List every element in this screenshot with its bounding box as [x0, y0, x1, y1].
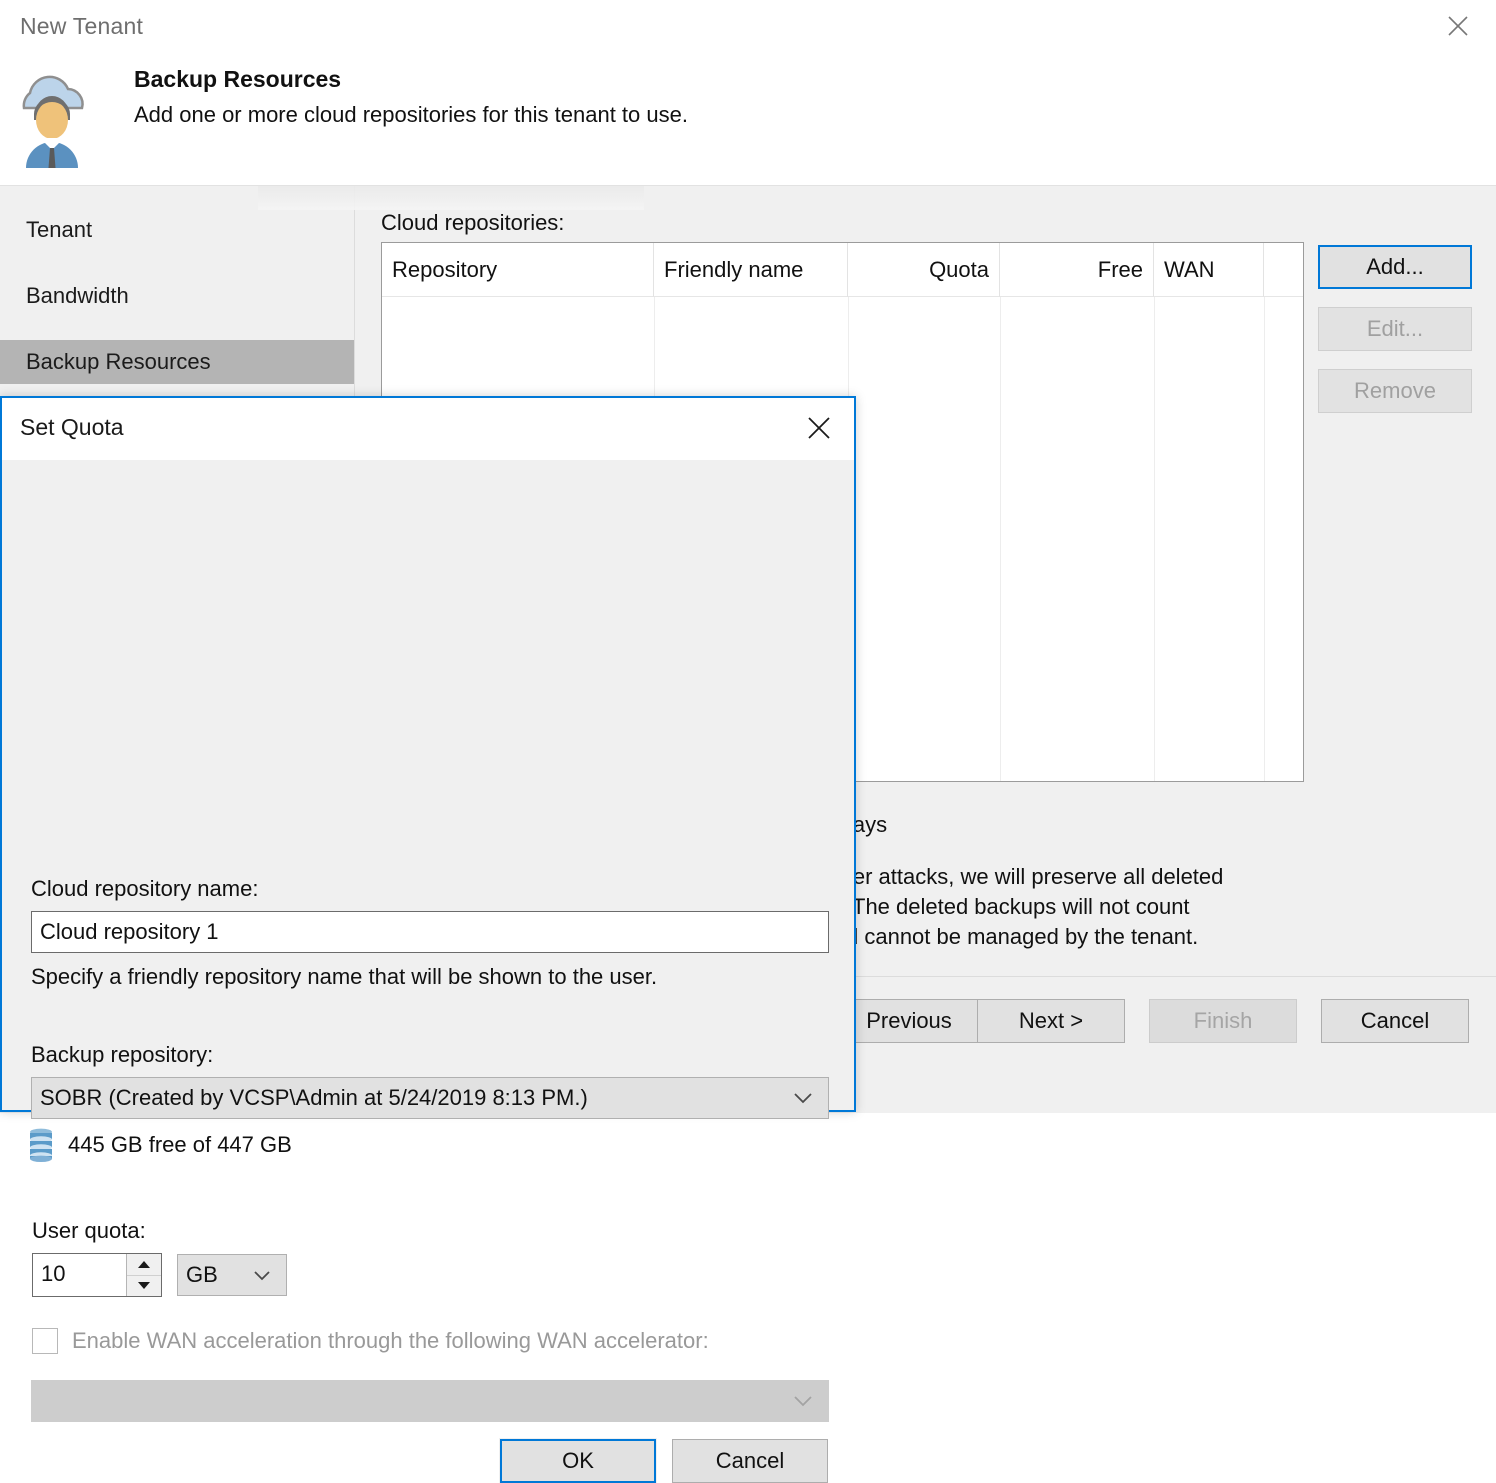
column-header-wan[interactable]: WAN [1154, 243, 1264, 297]
column-label: Quota [929, 257, 989, 282]
chevron-down-icon [792, 1388, 814, 1414]
column-header-repository[interactable]: Repository [382, 243, 654, 297]
user-quota-unit-select[interactable]: GB [177, 1254, 287, 1296]
table-gridline [1154, 297, 1155, 781]
sidebar-item-label: Backup Resources [26, 349, 211, 374]
sidebar-item-bandwidth[interactable]: Bandwidth [0, 274, 354, 318]
cancel-button-label: Cancel [1360, 1008, 1430, 1033]
previous-button[interactable]: Previous [835, 999, 983, 1043]
ok-button-label: OK [562, 1448, 594, 1473]
database-icon [28, 1128, 54, 1162]
ok-button[interactable]: OK [499, 1438, 657, 1483]
table-gridline [1264, 297, 1265, 781]
finish-button[interactable]: Finish [1149, 999, 1297, 1043]
set-quota-dialog: Set Quota Cloud repository name: Cloud r… [0, 396, 856, 1483]
sidebar-item-backup-resources[interactable]: Backup Resources [0, 340, 354, 384]
occluded-text-line-4: d cannot be managed by the tenant. [846, 924, 1199, 949]
cloud-repositories-label: Cloud repositories: [381, 210, 565, 235]
edit-button[interactable]: Edit... [1318, 307, 1472, 351]
add-button[interactable]: Add... [1317, 244, 1473, 290]
wan-accelerator-select[interactable] [31, 1380, 829, 1422]
dialog-cancel-button[interactable]: Cancel [672, 1439, 828, 1483]
chevron-down-icon [792, 1085, 814, 1111]
add-button-label: Add... [1366, 254, 1424, 279]
next-button-label: Next > [1018, 1008, 1084, 1033]
close-icon[interactable] [1430, 2, 1486, 50]
user-quota-stepper[interactable]: 10 [32, 1253, 162, 1297]
backup-repository-label: Backup repository: [31, 1042, 214, 1067]
user-quota-label: User quota: [32, 1218, 146, 1243]
wan-acceleration-label: Enable WAN acceleration through the foll… [72, 1328, 709, 1353]
window-title-bar: New Tenant [0, 0, 1496, 56]
sidebar-item-label: Tenant [26, 217, 93, 242]
close-icon[interactable] [790, 402, 848, 454]
table-header-row: Repository Friendly name Quota Free WAN [382, 243, 1303, 297]
wan-acceleration-row[interactable]: Enable WAN acceleration through the foll… [32, 1328, 709, 1354]
free-space-row: 445 GB free of 447 GB [28, 1128, 292, 1162]
occluded-text-line-3: The deleted backups will not count [852, 894, 1190, 919]
dialog-body [2, 460, 854, 1110]
repo-name-hint: Specify a friendly repository name that … [31, 964, 658, 989]
remove-button[interactable]: Remove [1318, 369, 1472, 413]
column-header-friendly-name[interactable]: Friendly name [654, 243, 848, 297]
backup-repository-value: SOBR (Created by VCSP\Admin at 5/24/2019… [40, 1085, 588, 1110]
repo-name-label: Cloud repository name: [31, 876, 259, 901]
column-label: Free [1097, 257, 1143, 282]
column-label: WAN [1164, 257, 1215, 282]
dialog-cancel-button-label: Cancel [715, 1448, 785, 1473]
chevron-up-icon[interactable] [127, 1254, 161, 1276]
wizard-header: Backup Resources Add one or more cloud r… [0, 56, 1496, 186]
sidebar-item-tenant[interactable]: Tenant [0, 208, 354, 252]
cloud-user-icon [6, 64, 98, 172]
dialog-title-bar: Set Quota [2, 398, 854, 460]
window-title: New Tenant [20, 13, 144, 39]
free-space-text: 445 GB free of 447 GB [68, 1132, 292, 1157]
column-header-free[interactable]: Free [1000, 243, 1154, 297]
page-subtitle: Add one or more cloud repositories for t… [134, 102, 688, 127]
column-header-quota[interactable]: Quota [848, 243, 1000, 297]
occluded-text-line-2: ler attacks, we will preserve all delete… [848, 864, 1224, 889]
column-label: Friendly name [664, 257, 804, 282]
finish-button-label: Finish [1193, 1008, 1253, 1033]
user-quota-unit-value: GB [186, 1262, 218, 1287]
stepper-buttons [126, 1254, 161, 1296]
cancel-button[interactable]: Cancel [1321, 999, 1469, 1043]
edit-button-label: Edit... [1366, 316, 1424, 341]
chevron-down-icon[interactable] [127, 1276, 161, 1297]
column-header-spacer [1264, 243, 1303, 297]
remove-button-label: Remove [1354, 378, 1436, 403]
chevron-down-icon [252, 1262, 272, 1288]
sidebar-item-label: Bandwidth [26, 283, 129, 308]
backup-repository-select[interactable]: SOBR (Created by VCSP\Admin at 5/24/2019… [31, 1077, 829, 1119]
dialog-title: Set Quota [20, 414, 124, 440]
column-label: Repository [392, 257, 498, 282]
sidebar-top-shadow [258, 186, 644, 210]
next-button[interactable]: Next > [977, 999, 1125, 1043]
table-gridline [1000, 297, 1001, 781]
page-title: Backup Resources [134, 66, 342, 92]
user-quota-value: 10 [41, 1261, 66, 1286]
wan-acceleration-checkbox[interactable] [32, 1328, 58, 1354]
repo-name-input[interactable]: Cloud repository 1 [31, 911, 829, 953]
previous-button-label: Previous [866, 1008, 952, 1033]
